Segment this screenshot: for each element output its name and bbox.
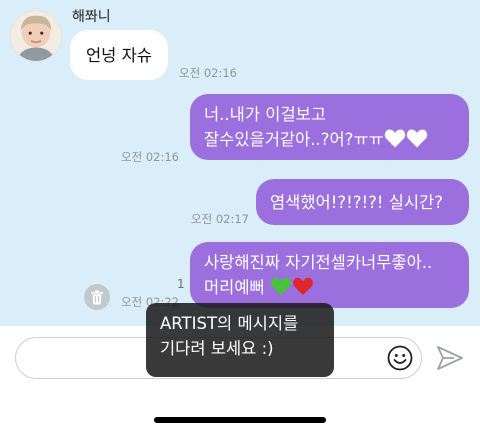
red-heart-icon <box>293 277 313 296</box>
sender-avatar[interactable] <box>10 10 62 62</box>
message-bubble-outgoing[interactable]: 너..내가 이걸보고 잘수있을거같아..?어?ㅠㅠ <box>190 94 469 160</box>
avatar-image <box>11 11 61 61</box>
message-bubble-outgoing[interactable]: 염색했어!?!?!?! 실시간? <box>256 179 469 225</box>
unread-count: 1 <box>177 277 185 291</box>
home-indicator <box>154 417 326 423</box>
message-text: 언넝 자슈 <box>86 45 152 65</box>
message-bubble-outgoing[interactable]: 사랑해진짜 자기전셀카너무좋아.. 머리예뻐 <box>190 242 469 308</box>
artist-message-toast: ARTIST의 메시지를 기다려 보세요 :) <box>146 303 334 377</box>
emoji-button[interactable] <box>387 345 413 371</box>
trash-icon <box>91 289 103 304</box>
white-heart-icon <box>406 129 428 148</box>
chat-area[interactable]: 해쫘니 언넝 자슈 오전 02:16 너..내가 이걸보고 잘수있을거같아..?… <box>0 0 480 326</box>
message-bubble-incoming[interactable]: 언넝 자슈 <box>70 30 168 80</box>
green-heart-icon <box>271 277 291 296</box>
message-time: 오전 02:17 <box>191 212 249 226</box>
message-text: 사랑해진짜 자기전셀카너무좋아.. 머리예뻐 <box>204 253 433 297</box>
send-icon <box>437 346 463 370</box>
message-text: 염색했어!?!?!?! 실시간? <box>270 192 443 212</box>
white-heart-icon <box>384 129 406 148</box>
message-time: 오전 02:16 <box>179 66 237 80</box>
message-text: 너..내가 이걸보고 잘수있을거같아..?어?ㅠㅠ <box>204 105 384 149</box>
delete-button[interactable] <box>84 284 110 310</box>
message-time: 오전 02:16 <box>121 150 179 164</box>
sender-name: 해쫘니 <box>72 9 111 25</box>
send-button[interactable] <box>436 345 464 371</box>
smiley-icon <box>387 345 413 371</box>
